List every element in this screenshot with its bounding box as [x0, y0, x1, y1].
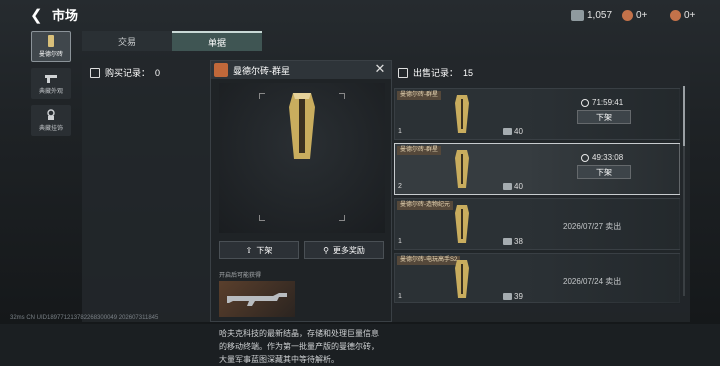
record-icon	[90, 67, 100, 78]
sell-count: 15	[463, 67, 474, 78]
banknote-icon	[571, 9, 584, 21]
record-count: 2	[398, 183, 402, 190]
item-name-tag: 曼德尔砖-电玩高手S2	[397, 256, 461, 265]
item-description: 哈夫克科技的最新结晶，存储和处理巨量信息的移动终端。作为第一批量产版的曼德尔砖，…	[219, 329, 379, 364]
item-name-tag: 曼德尔砖-群星	[397, 146, 441, 155]
timer-value: 71:59:41	[592, 98, 624, 107]
brick-icon	[455, 260, 469, 298]
brick-icon	[455, 205, 469, 243]
buy-records-panel	[82, 60, 210, 322]
tab-orders[interactable]: 单据	[172, 31, 262, 51]
sell-title: 出售记录：	[413, 68, 459, 78]
clock-icon	[581, 98, 589, 107]
currency-banknote: 1,057	[571, 8, 612, 22]
banknote-icon	[503, 183, 512, 190]
buy-title: 购买记录：	[105, 68, 151, 78]
nav-label: 曼德尔砖	[38, 52, 63, 58]
more-rewards-button[interactable]: ⚲ 更多奖励	[304, 241, 384, 259]
nav-item-collection-skins[interactable]: 典藏外观	[31, 68, 71, 99]
record-price: 39	[503, 292, 523, 301]
upload-icon: ⇧	[245, 245, 253, 255]
record-count: 1	[398, 128, 402, 135]
sold-date: 2026/07/24 卖出	[563, 277, 622, 286]
item-preview	[219, 83, 385, 233]
more-rewards-label: 更多奖励	[332, 245, 365, 255]
price-value: 40	[514, 127, 523, 136]
item-name-tag: 曼德尔砖-群星	[397, 91, 441, 100]
price-value: 38	[514, 237, 523, 246]
buy-count: 0	[155, 67, 161, 78]
delist-button[interactable]: ⇧ 下架	[219, 241, 299, 259]
banknote-icon	[503, 238, 512, 245]
search-icon: ⚲	[323, 245, 329, 255]
item-rarity-icon	[214, 63, 228, 77]
page-title: 市场	[52, 8, 79, 23]
nav-label: 典藏挂饰	[38, 126, 63, 132]
currency-token: 0+	[670, 8, 695, 22]
price-value: 40	[514, 182, 523, 191]
brick-icon	[455, 95, 469, 133]
sale-record[interactable]: 曼德尔砖-电玩高手S2 1 39 2026/07/24 卖出	[394, 253, 680, 304]
currency-value: 0+	[684, 9, 696, 21]
countdown: 71:59:41	[581, 98, 623, 107]
popup-title: 曼德尔砖-群星	[233, 65, 290, 76]
currency-value: 0+	[636, 9, 648, 21]
reward-item-card[interactable]	[219, 281, 295, 317]
rifle-icon	[227, 293, 287, 306]
nav-label: 典藏外观	[38, 89, 63, 95]
item-name-tag: 曼德尔砖-造物纪元	[397, 201, 453, 210]
charm-icon	[47, 109, 55, 120]
record-icon	[398, 67, 408, 78]
nav-item-mandel-brick[interactable]: 曼德尔砖	[31, 31, 71, 62]
brick-icon	[455, 150, 469, 188]
countdown: 49:33:08	[581, 153, 623, 162]
banknote-icon	[503, 293, 512, 300]
record-count: 1	[398, 293, 402, 300]
record-count: 1	[398, 238, 402, 245]
popup-header: 曼德尔砖-群星	[211, 61, 391, 79]
mandel-brick-icon	[289, 93, 315, 159]
record-price: 40	[503, 127, 523, 136]
sale-record[interactable]: 曼德尔砖-群星 2 40 49:33:08 下架	[394, 143, 680, 195]
close-icon[interactable]: ✕	[373, 62, 387, 76]
delist-label: 下架	[256, 245, 273, 255]
delist-button[interactable]: 下架	[577, 110, 631, 124]
record-price: 38	[503, 237, 523, 246]
sale-record[interactable]: 曼德尔砖-群星 1 40 71:59:41 下架	[394, 88, 680, 140]
currency-value: 1,057	[587, 9, 613, 21]
sold-date: 2026/07/27 卖出	[563, 222, 622, 231]
status-bar: 32ms CN UID189771213782268300049 2026073…	[10, 315, 159, 321]
brick-icon	[48, 35, 54, 47]
token-icon	[670, 9, 681, 21]
clock-icon	[581, 153, 589, 162]
possible-rewards-label: 开启后可能获得	[219, 273, 262, 279]
item-detail-popup: 曼德尔砖-群星 ✕ ⇧ 下架 ⚲ 更多奖励 开启后可能获得 哈夫克科技的最新结晶…	[210, 60, 392, 364]
back-icon[interactable]: ❮	[30, 7, 48, 25]
price-value: 39	[514, 292, 523, 301]
nav-item-collection-charms[interactable]: 典藏挂饰	[31, 105, 71, 136]
gun-icon	[45, 75, 57, 83]
sale-record[interactable]: 曼德尔砖-造物纪元 1 38 2026/07/27 卖出	[394, 198, 680, 250]
coin-icon	[622, 9, 633, 21]
record-price: 40	[503, 182, 523, 191]
scrollbar-thumb[interactable]	[683, 86, 685, 146]
currency-coin: 0+	[622, 8, 647, 22]
tab-trade[interactable]: 交易	[82, 31, 172, 51]
banknote-icon	[503, 128, 512, 135]
sell-records-header: 出售记录： 15	[398, 66, 473, 79]
timer-value: 49:33:08	[592, 153, 624, 162]
buy-records-header: 购买记录： 0	[90, 66, 160, 79]
delist-button[interactable]: 下架	[577, 165, 631, 179]
